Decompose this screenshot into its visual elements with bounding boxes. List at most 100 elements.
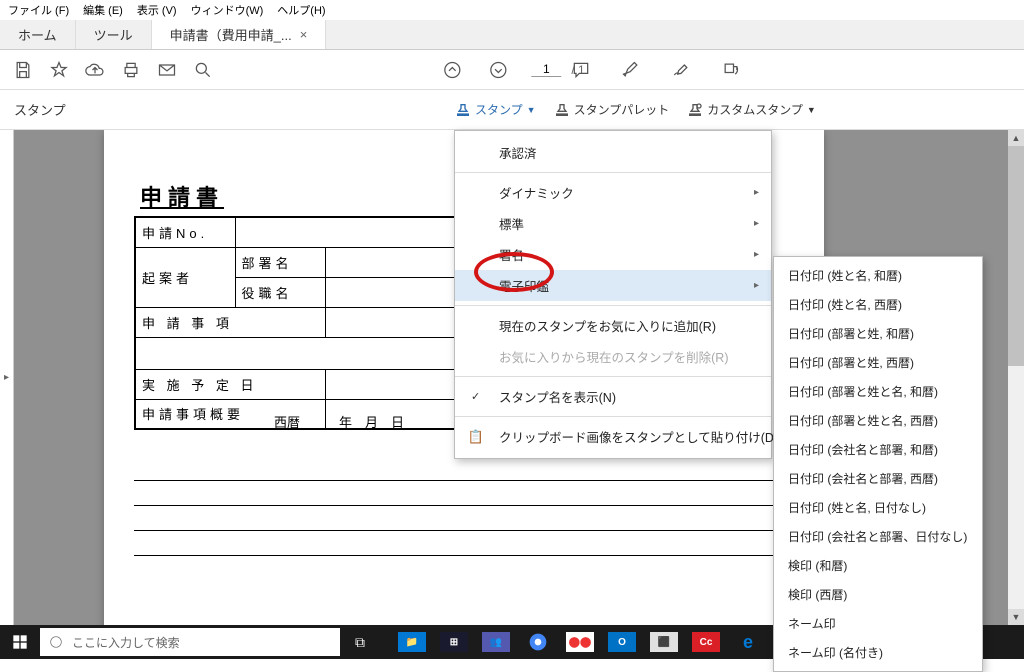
print-icon[interactable] [118,57,144,83]
stamp-palette-label: スタンプパレット [574,101,670,118]
eseal-option[interactable]: ネーム印 (名付き) [774,638,982,667]
taskbar-app[interactable]: 👥 [476,625,516,659]
taskbar-edge[interactable]: e [728,625,768,659]
rotate-icon[interactable] [718,57,744,83]
tab-document[interactable]: 申請書（費用申請_... × [152,20,327,49]
stamp-toolbar: スタンプ スタンプ ▼ スタンプパレット カスタムスタンプ ▼ [0,90,1024,130]
eseal-option[interactable]: 検印 (和暦) [774,551,982,580]
chrome-icon [528,632,548,652]
page-number-input[interactable] [531,62,561,77]
western-date-text: 西暦 年 月 日 [274,412,404,431]
eseal-option[interactable]: 日付印 (姓と名, 和暦) [774,261,982,290]
taskbar-cc[interactable]: Cc [686,625,726,659]
eseal-option[interactable]: 日付印 (部署と姓, 和暦) [774,319,982,348]
menu-show-name[interactable]: ✓スタンプ名を表示(N) [455,381,771,412]
zoom-icon[interactable] [190,57,216,83]
mail-icon[interactable] [154,57,180,83]
eseal-option[interactable]: 日付印 (部署と姓と名, 和暦) [774,377,982,406]
blank-lines [134,480,794,556]
menu-view[interactable]: 表示 (V) [137,2,177,18]
tab-close-icon[interactable]: × [300,27,308,42]
taskbar-app[interactable]: ⊞ [434,625,474,659]
drafter-label: 起案者 [135,247,235,307]
check-icon: ✓ [471,390,480,403]
star-icon[interactable] [46,57,72,83]
cloud-upload-icon[interactable] [82,57,108,83]
menu-dynamic[interactable]: ダイナミック▸ [455,177,771,208]
side-panel-handle[interactable]: ▸ [0,130,14,625]
clipboard-icon: 📋 [467,429,485,445]
scroll-thumb[interactable] [1008,146,1024,366]
eseal-option[interactable]: 検印 (西暦) [774,580,982,609]
custom-stamp-label: カスタムスタンプ [707,101,803,118]
tab-document-label: 申請書（費用申請_... [170,25,292,44]
comment-icon[interactable] [568,57,594,83]
start-button[interactable] [0,625,40,659]
page-up-icon[interactable] [439,57,465,83]
taskbar-search[interactable]: ここに入力して検索 [40,628,340,656]
menu-sign[interactable]: 署名▸ [455,239,771,270]
stamp-icon [554,102,570,118]
save-icon[interactable] [10,57,36,83]
custom-stamp-dropdown[interactable]: カスタムスタンプ ▼ [687,101,816,118]
stamp-dropdown-label: スタンプ [475,101,523,118]
menu-clipboard-stamp[interactable]: 📋クリップボード画像をスタンプとして貼り付け(D) [455,421,771,452]
taskbar-search-placeholder: ここに入力して検索 [72,634,180,651]
eseal-option[interactable]: 日付印 (部署と姓と名, 西暦) [774,406,982,435]
menu-approved[interactable]: 承認済 [455,137,771,168]
dept-label: 部署名 [235,247,325,277]
taskbar-chrome[interactable] [518,625,558,659]
tab-home[interactable]: ホーム [0,20,76,49]
menu-standard[interactable]: 標準▸ [455,208,771,239]
stamp-dropdown[interactable]: スタンプ ▼ [455,101,536,118]
eseal-option[interactable]: ネーム印 [774,609,982,638]
eseal-option[interactable]: 日付印 (姓と名, 西暦) [774,290,982,319]
stamp-icon [455,102,471,118]
taskbar-outlook[interactable]: O [602,625,642,659]
chevron-right-icon: ▸ [754,280,759,291]
menubar: ファイル (F) 編集 (E) 表示 (V) ウィンドウ(W) ヘルプ(H) [0,0,1024,20]
sign-icon[interactable] [668,57,694,83]
chevron-right-icon: ▸ [754,218,759,229]
item-label: 申 請 事 項 [135,307,325,337]
scroll-down-icon[interactable]: ▼ [1008,609,1024,625]
vertical-scrollbar[interactable]: ▲ ▼ [1008,130,1024,625]
menu-file[interactable]: ファイル (F) [8,2,69,18]
cortana-icon [48,634,64,650]
scheddate-label: 実 施 予 定 日 [135,369,325,399]
chevron-right-icon: ▸ [754,249,759,260]
menu-eseal[interactable]: 電子印鑑▸ [455,270,771,301]
taskbar-app[interactable]: ⬤⬤ [560,625,600,659]
caret-down-icon: ▼ [807,105,816,115]
page-down-icon[interactable] [485,57,511,83]
windows-icon [12,634,28,650]
taskbar-app[interactable]: ⬛ [644,625,684,659]
eseal-option[interactable]: 日付印 (会社名と部署, 西暦) [774,464,982,493]
menu-window[interactable]: ウィンドウ(W) [191,2,264,18]
main-toolbar: / 1 [0,50,1024,90]
tab-tools[interactable]: ツール [76,20,152,49]
req-no-label: 申請No. [135,217,235,247]
chevron-right-icon: ▸ [4,372,9,383]
stamp-menu: 承認済 ダイナミック▸ 標準▸ 署名▸ 電子印鑑▸ 現在のスタンプをお気に入りに… [454,130,772,459]
caret-down-icon: ▼ [527,105,536,115]
chevron-right-icon: ▸ [754,187,759,198]
highlight-icon[interactable] [618,57,644,83]
tabbar: ホーム ツール 申請書（費用申請_... × [0,20,1024,50]
stamp-palette[interactable]: スタンプパレット [554,101,670,118]
eseal-option[interactable]: 日付印 (部署と姓, 西暦) [774,348,982,377]
eseal-option[interactable]: 日付印 (会社名と部署, 和暦) [774,435,982,464]
annot-tools [568,57,754,83]
eseal-option[interactable]: 日付印 (姓と名, 日付なし) [774,493,982,522]
page-nav: / 1 [439,57,584,83]
stamp-gear-icon [687,102,703,118]
role-label: 役職名 [235,277,325,307]
menu-del-fav: お気に入りから現在のスタンプを削除(R) [455,341,771,372]
task-view-icon[interactable]: ⧉ [340,625,380,659]
menu-edit[interactable]: 編集 (E) [83,2,123,18]
menu-add-fav[interactable]: 現在のスタンプをお気に入りに追加(R) [455,310,771,341]
taskbar-app[interactable]: 📁 [392,625,432,659]
scroll-up-icon[interactable]: ▲ [1008,130,1024,146]
eseal-option[interactable]: 日付印 (会社名と部署、日付なし) [774,522,982,551]
menu-help[interactable]: ヘルプ(H) [277,2,325,18]
